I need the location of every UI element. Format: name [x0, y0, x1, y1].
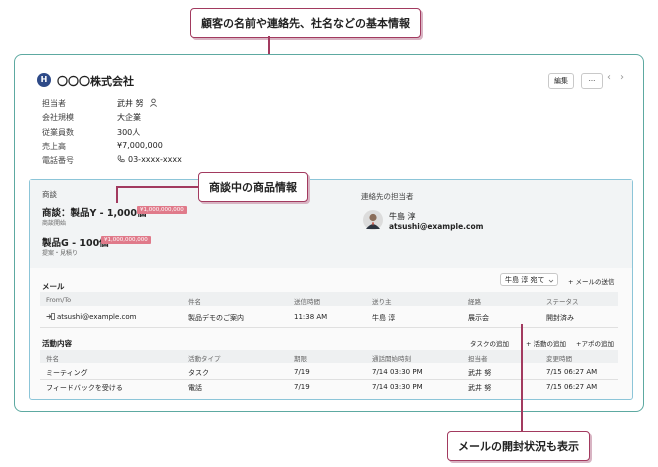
mail-col-status: ステータス	[546, 298, 579, 306]
info-label-size: 会社規模	[42, 113, 74, 122]
activity-row-2-modified: 7/15 06:27 AM	[546, 383, 598, 391]
mail-row-route: 展示会	[468, 314, 489, 322]
mail-row-from: atsushi@example.com	[46, 313, 136, 321]
info-label-owner: 担当者	[42, 99, 66, 108]
info-value-size: 大企業	[117, 113, 141, 122]
activity-row-1-due: 7/19	[294, 368, 310, 376]
activity-col-owner: 担当者	[468, 355, 488, 363]
deal-2-stage: 提案・見積り	[42, 250, 79, 257]
mail-row-time: 11:38 AM	[294, 313, 328, 321]
deal-2-title[interactable]: 製品G - 100個	[42, 235, 109, 249]
info-label-employees: 従業員数	[42, 128, 74, 137]
chevron-down-icon	[548, 279, 554, 283]
add-appointment-link[interactable]: +アポの追加	[576, 338, 614, 348]
activity-col-modified: 変更時間	[546, 355, 572, 363]
company-logo: H	[37, 73, 51, 87]
deal-1-title[interactable]: 商談：製品Y - 1,000個	[42, 205, 147, 219]
add-task-link[interactable]: タスクの追加	[470, 338, 509, 348]
activity-row-divider	[40, 379, 618, 380]
add-activity-link[interactable]: + 活動の追加	[526, 338, 566, 348]
callout-deal-info-leader-v	[116, 186, 118, 203]
mail-row-subject[interactable]: 製品デモのご案内	[188, 313, 244, 323]
mail-table-header	[40, 292, 618, 306]
callout-deal-info-leader	[116, 186, 198, 188]
mail-col-time: 送信時間	[294, 298, 320, 306]
deals-header-area	[30, 180, 632, 268]
callout-deal-info: 商談中の商品情報	[198, 172, 308, 202]
phone-icon	[117, 155, 125, 163]
deal-1-stage: 商談開始	[42, 220, 67, 227]
activity-row-2-due: 7/19	[294, 383, 310, 391]
info-value-employees: 300人	[117, 128, 141, 137]
mail-section-divider	[40, 327, 618, 328]
activity-table-header	[40, 350, 618, 363]
mail-col-subject: 件名	[188, 298, 201, 306]
next-record-icon[interactable]: ›	[620, 72, 624, 83]
more-button[interactable]: ···	[581, 73, 603, 89]
mail-col-route: 経路	[468, 298, 481, 306]
activity-row-2-subject[interactable]: フィードバックを受ける	[46, 383, 123, 393]
mail-col-from: From/To	[46, 296, 72, 304]
prev-record-icon[interactable]: ‹	[607, 72, 611, 83]
activity-col-call-start: 通話開始時刻	[372, 355, 411, 363]
mail-col-sender: 送り主	[372, 298, 392, 306]
person-icon	[150, 98, 158, 107]
callout-mail-status: メールの開封状況も表示	[447, 431, 590, 461]
callout-basic-info: 顧客の名前や連絡先、社名などの基本情報	[190, 8, 421, 38]
info-value-phone[interactable]: 03-xxxx-xxxx	[117, 155, 182, 164]
activity-row-1-call-start: 7/14 03:30 PM	[372, 368, 423, 376]
mail-filter-select[interactable]: 牛島 淳 宛て	[500, 273, 558, 286]
deal-1-amount: ¥1,000,000,000	[137, 206, 187, 214]
callout-mail-status-leader	[521, 324, 523, 432]
activity-row-1-modified: 7/15 06:27 AM	[546, 368, 598, 376]
contact-email[interactable]: atsushi@example.com	[389, 222, 483, 231]
outgoing-mail-icon	[46, 313, 55, 320]
mail-row-sender: 牛島 淳	[372, 314, 396, 322]
deal-2-amount: ¥1,000,000,000	[101, 236, 151, 244]
info-label-phone: 電話番号	[42, 156, 74, 165]
activity-row-2-call-start: 7/14 03:30 PM	[372, 383, 423, 391]
activity-row-2-type: 電話	[188, 384, 202, 392]
activity-row-2-owner: 武井 努	[468, 384, 492, 392]
contact-avatar	[363, 210, 383, 230]
activity-col-subject: 件名	[46, 355, 59, 363]
activity-section-title: 活動内容	[42, 339, 72, 348]
activity-col-due: 期限	[294, 355, 307, 363]
mail-row-status: 開封済み	[546, 314, 574, 322]
info-label-revenue: 売上高	[42, 142, 66, 151]
activity-row-1-type: タスク	[188, 369, 209, 377]
edit-button[interactable]: 編集	[548, 73, 574, 89]
mail-section-title: メール	[42, 282, 65, 291]
company-name: 〇〇〇株式会社	[57, 75, 134, 88]
contact-label: 連絡先の担当者	[361, 192, 414, 201]
activity-col-type: 活動タイプ	[188, 355, 221, 363]
deals-label: 商談	[42, 190, 57, 199]
contact-name: 牛島 淳	[389, 212, 416, 221]
activity-row-1-subject[interactable]: ミーティング	[46, 368, 88, 378]
info-value-revenue: ¥7,000,000	[117, 141, 163, 150]
info-value-owner: 武井 努	[117, 98, 158, 109]
send-mail-link[interactable]: + メールの送信	[568, 276, 615, 286]
activity-row-1-owner: 武井 努	[468, 369, 492, 377]
